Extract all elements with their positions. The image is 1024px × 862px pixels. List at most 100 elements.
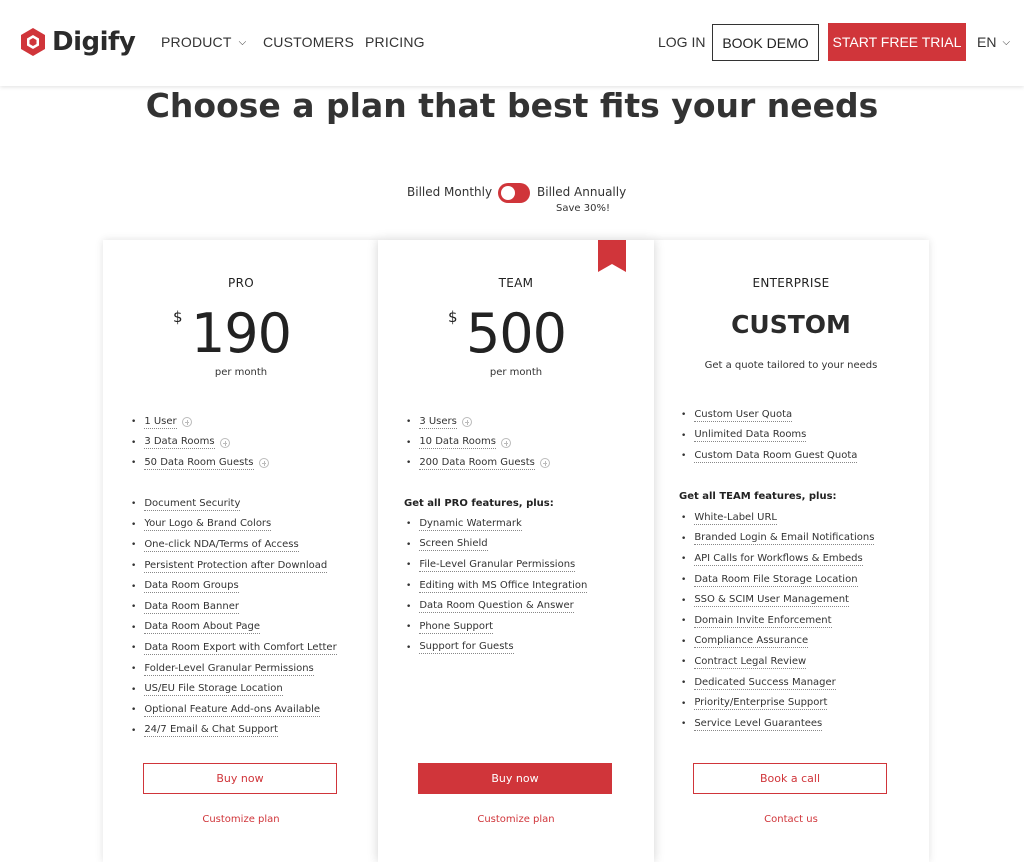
hexagon-logo-icon	[21, 28, 45, 56]
plan-card-team: TEAM $ 500 per month 3 Users 10 Data Roo…	[378, 240, 654, 862]
list-item: Phone Support	[406, 617, 587, 638]
feature-label: Domain Invite Enforcement	[694, 614, 832, 628]
pro-buy-now-button[interactable]: Buy now	[143, 763, 337, 794]
list-item: 3 Users	[406, 412, 550, 433]
feature-list: Document Security Your Logo & Brand Colo…	[131, 494, 337, 741]
billing-toggle-switch[interactable]	[498, 183, 530, 203]
list-item: Data Room File Storage Location	[681, 570, 874, 591]
currency-symbol: $	[173, 308, 183, 326]
custom-price-label: CUSTOM	[731, 310, 851, 339]
list-item: Document Security	[131, 494, 337, 515]
list-item: Custom Data Room Guest Quota	[681, 446, 858, 467]
feature-label: Contract Legal Review	[694, 655, 807, 669]
quota-label: 10 Data Rooms	[419, 436, 496, 450]
list-item: Optional Feature Add-ons Available	[131, 700, 337, 721]
bookmark-ribbon-icon	[598, 240, 626, 272]
start-free-trial-button[interactable]: START FREE TRIAL	[828, 23, 966, 61]
add-circle-icon[interactable]	[258, 458, 269, 469]
feature-label: Data Room Groups	[144, 580, 239, 594]
nav-pricing-label: PRICING	[365, 34, 425, 50]
feature-label: White-Label URL	[694, 511, 777, 525]
pro-customize-plan-link[interactable]: Customize plan	[103, 814, 379, 825]
feature-label: Folder-Level Granular Permissions	[144, 662, 314, 676]
list-item: Data Room Question & Answer	[406, 596, 587, 617]
list-item: Data Room Groups	[131, 576, 337, 597]
list-item: Branded Login & Email Notifications	[681, 529, 875, 550]
quota-list: Custom User Quota Unlimited Data Rooms C…	[681, 405, 858, 467]
add-circle-icon[interactable]	[500, 437, 511, 448]
list-item: 200 Data Room Guests	[406, 453, 550, 474]
list-item: Data Room About Page	[131, 618, 337, 639]
add-circle-icon[interactable]	[219, 437, 230, 448]
chevron-down-icon: ⌵	[1002, 36, 1011, 48]
billed-monthly-label[interactable]: Billed Monthly	[407, 185, 492, 199]
add-circle-icon[interactable]	[461, 417, 472, 428]
nav-customers[interactable]: CUSTOMERS	[263, 34, 354, 50]
list-item: Screen Shield	[406, 535, 587, 556]
contact-us-link[interactable]: Contact us	[653, 814, 929, 825]
feature-label: Dynamic Watermark	[419, 517, 522, 531]
feature-label: Support for Guests	[419, 641, 514, 655]
features-heading: Get all TEAM features, plus:	[679, 491, 837, 502]
quota-list: 3 Users 10 Data Rooms 200 Data Room Gues…	[406, 412, 550, 474]
team-customize-plan-link[interactable]: Customize plan	[378, 814, 654, 825]
list-item: Folder-Level Granular Permissions	[131, 659, 337, 680]
list-item: Your Logo & Brand Colors	[131, 515, 337, 536]
plan-name: TEAM	[498, 276, 534, 290]
list-item: Service Level Guarantees	[681, 714, 874, 735]
list-item: Dedicated Success Manager	[681, 673, 874, 694]
language-selector[interactable]: EN ⌵	[977, 34, 1010, 50]
billed-annually-label[interactable]: Billed Annually	[537, 185, 626, 199]
list-item: Custom User Quota	[681, 405, 857, 426]
nav-customers-label: CUSTOMERS	[263, 34, 354, 50]
plan-tagline: Get a quote tailored to your needs	[704, 360, 878, 371]
digify-logo[interactable]: Digify	[20, 27, 136, 57]
login-link[interactable]: LOG IN	[658, 34, 705, 50]
nav-product-label: PRODUCT	[161, 34, 232, 50]
plan-name: PRO	[228, 276, 254, 290]
chevron-down-icon: ⌵	[238, 36, 247, 48]
list-item: Priority/Enterprise Support	[681, 693, 874, 714]
list-item: US/EU File Storage Location	[131, 679, 337, 700]
currency-symbol: $	[448, 308, 458, 326]
feature-list: Dynamic Watermark Screen Shield File-Lev…	[406, 514, 588, 658]
feature-label: Data Room About Page	[144, 621, 260, 635]
add-circle-icon[interactable]	[539, 458, 550, 469]
list-item: 10 Data Rooms	[406, 433, 550, 454]
nav-product[interactable]: PRODUCT ⌵	[161, 34, 246, 50]
quota-label: Custom Data Room Guest Quota	[694, 449, 858, 463]
add-circle-icon[interactable]	[181, 417, 192, 428]
nav-pricing[interactable]: PRICING	[365, 34, 425, 50]
quota-label: 3 Data Rooms	[144, 436, 215, 450]
feature-label: Persistent Protection after Download	[144, 559, 328, 573]
feature-label: Editing with MS Office Integration	[419, 579, 588, 593]
quota-label: 50 Data Room Guests	[144, 456, 254, 470]
book-a-call-button[interactable]: Book a call	[693, 763, 887, 794]
plan-price: $ 500	[378, 302, 654, 365]
feature-label: File-Level Granular Permissions	[419, 558, 576, 572]
features-heading: Get all PRO features, plus:	[404, 498, 554, 509]
feature-label: Phone Support	[419, 620, 493, 634]
list-item: 1 User	[131, 412, 269, 433]
feature-label: SSO & SCIM User Management	[694, 594, 849, 608]
feature-label: Compliance Assurance	[694, 635, 809, 649]
feature-label: Optional Feature Add-ons Available	[144, 703, 321, 717]
quota-label: 3 Users	[419, 415, 457, 429]
team-buy-now-button[interactable]: Buy now	[418, 763, 612, 794]
feature-label: Priority/Enterprise Support	[694, 697, 828, 711]
feature-label: Data Room File Storage Location	[694, 573, 858, 587]
feature-label: Data Room Question & Answer	[419, 600, 574, 614]
feature-label: Service Level Guarantees	[694, 717, 823, 731]
list-item: White-Label URL	[681, 508, 874, 529]
feature-label: 24/7 Email & Chat Support	[144, 724, 278, 738]
feature-label: Branded Login & Email Notifications	[694, 532, 875, 546]
quota-list: 1 User 3 Data Rooms 50 Data Room Guests	[131, 412, 269, 474]
feature-label: Data Room Banner	[144, 600, 239, 614]
plan-name: ENTERPRISE	[752, 276, 830, 290]
book-demo-button[interactable]: BOOK DEMO	[712, 24, 819, 61]
feature-label: Dedicated Success Manager	[694, 676, 836, 690]
list-item: One-click NDA/Terms of Access	[131, 535, 337, 556]
page-title: Choose a plan that best fits your needs	[145, 86, 879, 125]
feature-label: Document Security	[144, 497, 241, 511]
feature-label: Screen Shield	[419, 538, 488, 552]
